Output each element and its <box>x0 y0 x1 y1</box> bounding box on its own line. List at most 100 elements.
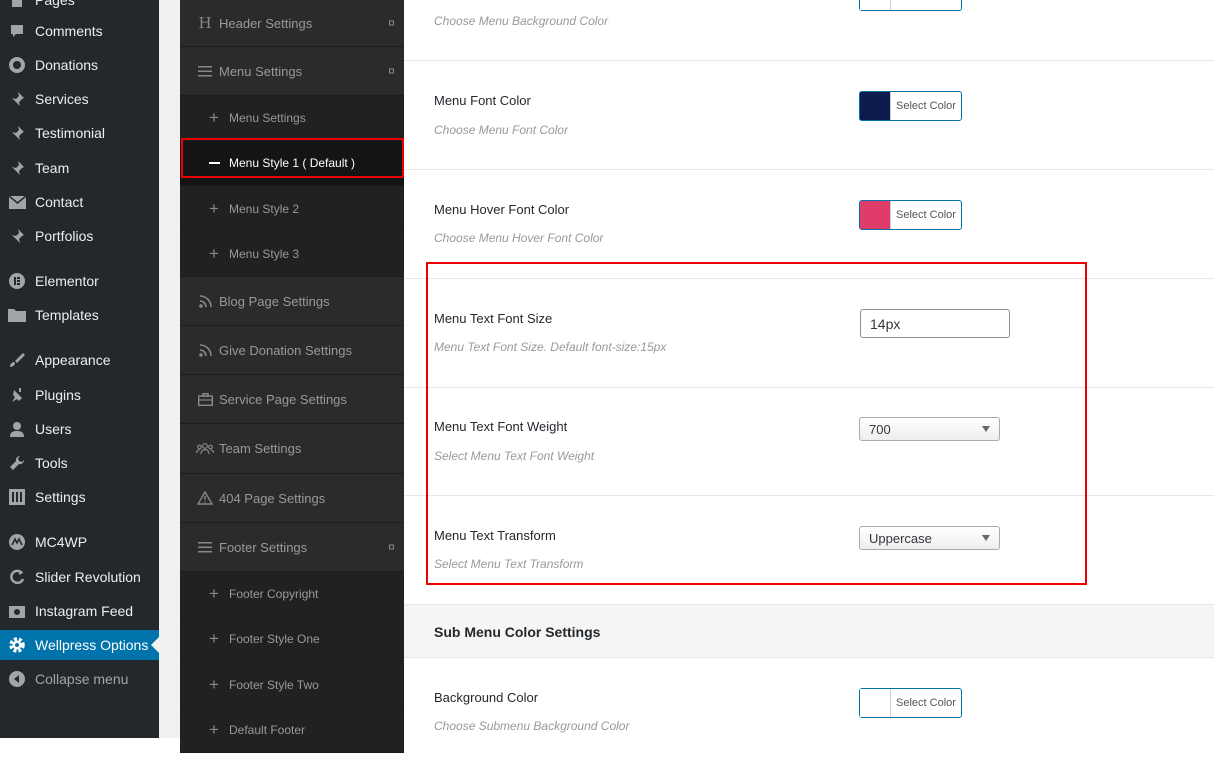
refresh-icon <box>7 569 27 585</box>
wp-menu-label: Users <box>35 421 72 437</box>
setting-description: Choose Menu Hover Font Color <box>434 231 604 245</box>
wp-menu-label: Testimonial <box>35 125 106 141</box>
options-sidebar: H Header Settings Menu Settings + Menu S… <box>180 0 404 753</box>
setting-row-submenu-background-color: Background Color Choose Submenu Backgrou… <box>404 658 1214 758</box>
user-icon <box>7 421 27 437</box>
wp-menu-label: Contact <box>35 194 84 210</box>
wp-menu-item-plugins[interactable]: Plugins <box>0 380 159 410</box>
wp-menu-item-services[interactable]: Services <box>0 84 159 114</box>
select-color-label: Select Color <box>896 209 956 221</box>
menu-icon <box>194 541 216 553</box>
group-icon <box>194 442 216 455</box>
options-nav-label: Menu Settings <box>229 111 306 125</box>
wp-menu-item-donations[interactable]: Donations <box>0 50 159 80</box>
camera-icon <box>7 604 27 618</box>
options-nav-menu-settings[interactable]: Menu Settings <box>180 47 404 96</box>
setting-row-menu-text-font-weight: Menu Text Font Weight Select Menu Text F… <box>404 388 1214 496</box>
wp-menu-item-portfolios[interactable]: Portfolios <box>0 221 159 251</box>
setting-label: Background Color <box>434 690 539 705</box>
gear-icon <box>7 636 27 654</box>
options-subnav-default-footer[interactable]: + Default Footer <box>180 708 404 753</box>
setting-description: Select Menu Text Transform <box>434 557 584 571</box>
setting-label: Menu Text Font Size <box>434 311 553 326</box>
settings-main-panel: Choose Menu Background Color Select Colo… <box>404 0 1214 738</box>
color-swatch <box>860 689 891 717</box>
options-subnav-menu-style-3[interactable]: + Menu Style 3 <box>180 232 404 277</box>
wp-menu-item-testimonial[interactable]: Testimonial <box>0 118 159 148</box>
wp-menu-label: Pages <box>35 0 75 8</box>
menu-bg-color-picker[interactable]: Select Color <box>859 0 962 11</box>
options-subnav-menu-style-2[interactable]: + Menu Style 2 <box>180 186 404 232</box>
wp-menu-label: Tools <box>35 455 68 471</box>
plus-icon: + <box>209 629 219 648</box>
options-nav-label: Blog Page Settings <box>219 293 330 309</box>
wp-menu-item-comments[interactable]: Comments <box>0 16 159 46</box>
wp-menu-label: Donations <box>35 57 99 73</box>
wp-menu-item-appearance[interactable]: Appearance <box>0 345 159 375</box>
menu-text-font-weight-select[interactable]: 700 <box>859 417 1000 441</box>
options-nav-label: Default Footer <box>229 723 306 737</box>
options-nav-service-page-settings[interactable]: Service Page Settings <box>180 375 404 424</box>
options-nav-blog-page-settings[interactable]: Blog Page Settings <box>180 277 404 326</box>
menu-font-color-picker[interactable]: Select Color <box>859 91 962 121</box>
options-nav-team-settings[interactable]: Team Settings <box>180 424 404 474</box>
color-swatch <box>860 92 891 120</box>
wrench-icon <box>7 455 27 471</box>
wp-menu-label: Collapse menu <box>35 671 129 687</box>
setting-row-menu-background-color: Choose Menu Background Color Select Colo… <box>404 0 1214 61</box>
submenu-bg-color-picker[interactable]: Select Color <box>859 688 962 718</box>
wp-menu-item-tools[interactable]: Tools <box>0 448 159 478</box>
collapse-icon <box>7 671 27 687</box>
wp-menu-label: Wellpress Options <box>35 637 149 653</box>
options-subnav-footer-copyright[interactable]: + Footer Copyright <box>180 572 404 617</box>
menu-text-font-size-input[interactable]: 14px <box>860 309 1010 338</box>
select-value: 700 <box>869 421 891 437</box>
wp-menu-item-contact[interactable]: Contact <box>0 187 159 217</box>
options-subnav-menu-settings[interactable]: + Menu Settings <box>180 96 404 141</box>
sub-menu-color-section-header: Sub Menu Color Settings <box>404 604 1214 658</box>
wp-menu-label: Slider Revolution <box>35 569 141 585</box>
wp-menu-item-instagram-feed[interactable]: Instagram Feed <box>0 596 159 626</box>
options-subnav-footer-style-two[interactable]: + Footer Style Two <box>180 662 404 708</box>
wp-menu-item-pages[interactable]: Pages <box>0 0 159 15</box>
select-color-label: Select Color <box>896 697 956 709</box>
options-subnav-footer-style-one[interactable]: + Footer Style One <box>180 617 404 662</box>
wp-menu-item-slider-revolution[interactable]: Slider Revolution <box>0 562 159 592</box>
minus-icon <box>204 162 224 164</box>
menu-text-transform-select[interactable]: Uppercase <box>859 526 1000 550</box>
options-nav-label: Menu Style 1 ( Default ) <box>229 156 356 170</box>
plus-icon: + <box>209 674 219 694</box>
options-subnav-menu-style-1[interactable]: Menu Style 1 ( Default ) <box>180 141 404 186</box>
options-nav-header-settings[interactable]: H Header Settings <box>180 0 404 47</box>
wp-menu-item-settings[interactable]: Settings <box>0 482 159 512</box>
options-nav-give-donation-settings[interactable]: Give Donation Settings <box>180 326 404 375</box>
wp-menu-item-collapse[interactable]: Collapse menu <box>0 664 159 694</box>
menu-icon <box>194 65 216 77</box>
setting-label: Menu Font Color <box>434 93 531 108</box>
menu-hover-font-color-picker[interactable]: Select Color <box>859 200 962 230</box>
wp-menu-item-elementor[interactable]: Elementor <box>0 266 159 296</box>
settings-sliders-icon <box>7 489 27 505</box>
expand-square-icon <box>389 20 394 26</box>
plus-icon: + <box>209 244 219 263</box>
setting-label: Menu Text Font Weight <box>434 419 568 434</box>
wp-menu-label: Appearance <box>35 352 111 368</box>
heading-icon: H <box>198 14 212 32</box>
wp-menu-item-users[interactable]: Users <box>0 414 159 444</box>
options-nav-label: Service Page Settings <box>219 391 347 407</box>
wp-menu-item-templates[interactable]: Templates <box>0 300 159 330</box>
warning-icon <box>194 491 216 505</box>
setting-label: Menu Hover Font Color <box>434 202 570 217</box>
mail-icon <box>7 195 27 209</box>
options-nav-404-page-settings[interactable]: 404 Page Settings <box>180 474 404 523</box>
select-color-label: Select Color <box>891 0 961 10</box>
plus-icon: + <box>209 720 219 739</box>
wp-menu-label: Instagram Feed <box>35 603 134 619</box>
briefcase-icon <box>194 392 216 406</box>
wp-menu-label: MC4WP <box>35 534 88 550</box>
options-nav-footer-settings[interactable]: Footer Settings <box>180 523 404 572</box>
wp-menu-item-mc4wp[interactable]: MC4WP <box>0 527 159 557</box>
wp-menu-item-team[interactable]: Team <box>0 153 159 183</box>
wp-menu-item-wellpress-options[interactable]: Wellpress Options <box>0 630 159 660</box>
setting-row-menu-text-font-size: Menu Text Font Size Menu Text Font Size.… <box>404 279 1214 388</box>
